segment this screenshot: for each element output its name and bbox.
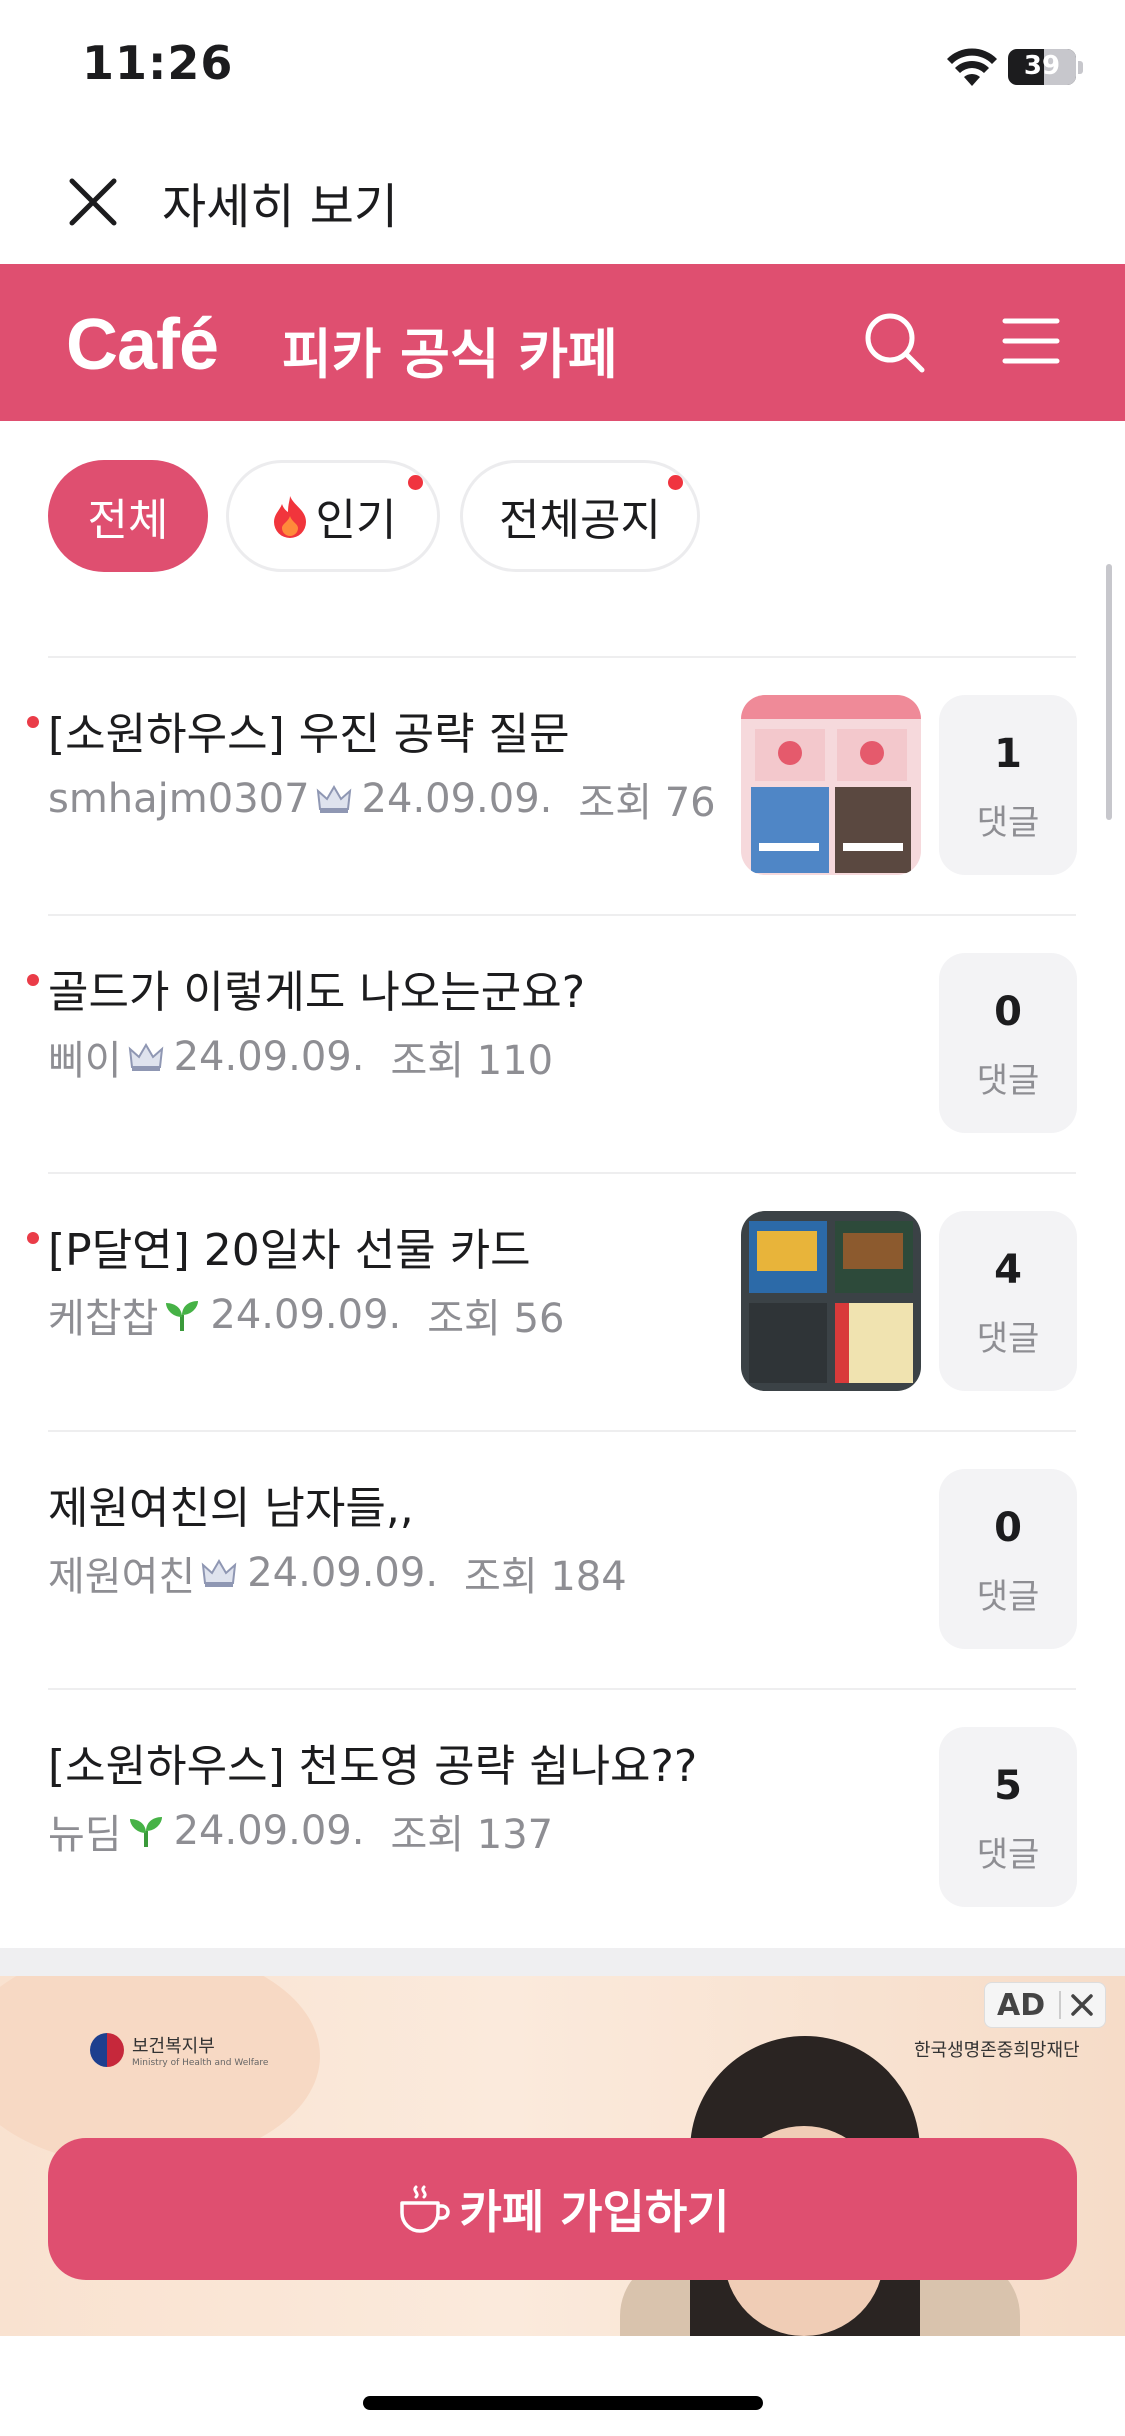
unread-dot (27, 716, 39, 728)
post-title[interactable]: 제원여친의 남자들,, (48, 1472, 414, 1536)
home-indicator[interactable] (363, 2396, 763, 2410)
post-views: 조회 76 (578, 780, 716, 826)
ad-logo-left: 보건복지부 Ministry of Health and Welfare (90, 2032, 268, 2068)
wifi-icon (947, 48, 997, 86)
sprout-badge-icon (129, 1817, 162, 1847)
crown-badge-icon (316, 785, 351, 813)
post-date: 24.09.09. (361, 776, 553, 822)
post-author: 케찹찹 (48, 1296, 159, 1342)
post-views: 조회 184 (464, 1554, 627, 1600)
ad-logo-right: 한국생명존중희망재단 (914, 2040, 1080, 2061)
close-icon[interactable] (1069, 1992, 1095, 2018)
new-dot (668, 475, 683, 490)
post-author: smhajm0307 (48, 776, 310, 822)
ad-label: AD (997, 1987, 1046, 2023)
top-nav: 자세히 보기 (0, 135, 1125, 265)
chip-label: 인기 (315, 495, 397, 546)
post-meta: 케찹찹 24.09.09. 조회 56 (48, 1286, 564, 1344)
comment-count-box[interactable]: 0 댓글 (939, 953, 1077, 1133)
post-views: 조회 110 (390, 1038, 554, 1084)
battery-level: 39 (1023, 51, 1061, 81)
post-title[interactable]: 골드가 이렇게도 나오는군요? (48, 956, 585, 1020)
sprout-badge-icon (166, 1301, 199, 1331)
comment-label: 댓글 (976, 1835, 1040, 1875)
post-date: 24.09.09. (173, 1808, 365, 1854)
comment-label: 댓글 (976, 1061, 1040, 1101)
fire-icon (273, 496, 306, 538)
post-author: 뉴딤 (48, 1812, 122, 1858)
join-label: 카페 가입하기 (459, 2185, 730, 2239)
unread-dot (27, 974, 39, 986)
close-icon[interactable] (66, 175, 120, 229)
post-author: 제원여친 (48, 1554, 196, 1600)
chip-popular[interactable]: 인기 (226, 460, 440, 572)
chip-label: 전체공지 (499, 495, 661, 546)
status-bar: 11:26 39 (0, 0, 1125, 135)
post-title[interactable]: [소원하우스] 우진 공략 질문 (48, 698, 570, 762)
list-item[interactable]: 제원여친의 남자들,, 제원여친 24.09.09. 조회 184 0 댓글 (0, 1430, 1125, 1688)
post-views: 조회 137 (390, 1812, 554, 1858)
post-title[interactable]: [소원하우스] 천도영 공략 쉽나요?? (48, 1730, 697, 1794)
comment-count: 0 (994, 1505, 1022, 1551)
comment-count-box[interactable]: 1 댓글 (939, 695, 1077, 875)
post-meta: 뉴딤 24.09.09. 조회 137 (48, 1802, 553, 1860)
comment-count: 1 (994, 731, 1022, 777)
page-title: 자세히 보기 (162, 179, 399, 235)
post-thumbnail[interactable] (741, 1211, 921, 1391)
status-time: 11:26 (82, 36, 234, 90)
unread-dot (27, 1232, 39, 1244)
post-meta: 삐이 24.09.09. 조회 110 (48, 1028, 553, 1086)
comment-label: 댓글 (976, 1577, 1040, 1617)
post-date: 24.09.09. (173, 1034, 365, 1080)
comment-label: 댓글 (976, 1319, 1040, 1359)
crown-badge-icon (128, 1043, 163, 1071)
list-item[interactable]: 골드가 이렇게도 나오는군요? 삐이 24.09.09. 조회 110 0 댓글 (0, 914, 1125, 1172)
search-icon[interactable] (862, 310, 926, 374)
emblem-icon (90, 2033, 124, 2067)
comment-count-box[interactable]: 0 댓글 (939, 1469, 1077, 1649)
chip-label: 전체 (87, 495, 169, 546)
post-meta: 제원여친 24.09.09. 조회 184 (48, 1544, 627, 1602)
new-dot (408, 475, 423, 490)
post-views: 조회 56 (427, 1296, 565, 1342)
coffee-cup-icon (399, 2185, 450, 2233)
post-list: [소원하우스] 우진 공략 질문 smhajm0307 24.09.09. 조회… (0, 656, 1125, 1946)
comment-count: 4 (994, 1247, 1022, 1293)
chip-notice[interactable]: 전체공지 (460, 460, 700, 572)
post-date: 24.09.09. (210, 1292, 402, 1338)
post-date: 24.09.09. (247, 1550, 439, 1596)
cafe-logo[interactable]: Café (66, 304, 219, 386)
post-title[interactable]: [P달연] 20일차 선물 카드 (48, 1214, 531, 1278)
crown-badge-icon (201, 1559, 237, 1587)
comment-count: 5 (994, 1763, 1022, 1809)
join-cafe-button[interactable]: 카페 가입하기 (48, 2138, 1077, 2280)
battery-icon: 39 (1008, 49, 1076, 85)
post-author: 삐이 (48, 1038, 122, 1084)
comment-label: 댓글 (976, 803, 1040, 843)
comment-count-box[interactable]: 5 댓글 (939, 1727, 1077, 1907)
cafe-header: Café 피카 공식 카페 (0, 264, 1125, 421)
section-divider (0, 1948, 1125, 1976)
post-meta: smhajm0307 24.09.09. 조회 76 (48, 770, 716, 828)
comment-count: 0 (994, 989, 1022, 1035)
list-item[interactable]: [P달연] 20일차 선물 카드 케찹찹 24.09.09. 조회 56 4 댓… (0, 1172, 1125, 1430)
comment-count-box[interactable]: 4 댓글 (939, 1211, 1077, 1391)
post-thumbnail[interactable] (741, 695, 921, 875)
menu-icon[interactable] (1002, 316, 1060, 366)
ad-close-badge[interactable]: AD (984, 1982, 1106, 2028)
cafe-name[interactable]: 피카 공식 카페 (282, 310, 618, 389)
chip-all[interactable]: 전체 (48, 460, 208, 572)
list-item[interactable]: [소원하우스] 우진 공략 질문 smhajm0307 24.09.09. 조회… (0, 656, 1125, 914)
list-item[interactable]: [소원하우스] 천도영 공략 쉽나요?? 뉴딤 24.09.09. 조회 137… (0, 1688, 1125, 1946)
